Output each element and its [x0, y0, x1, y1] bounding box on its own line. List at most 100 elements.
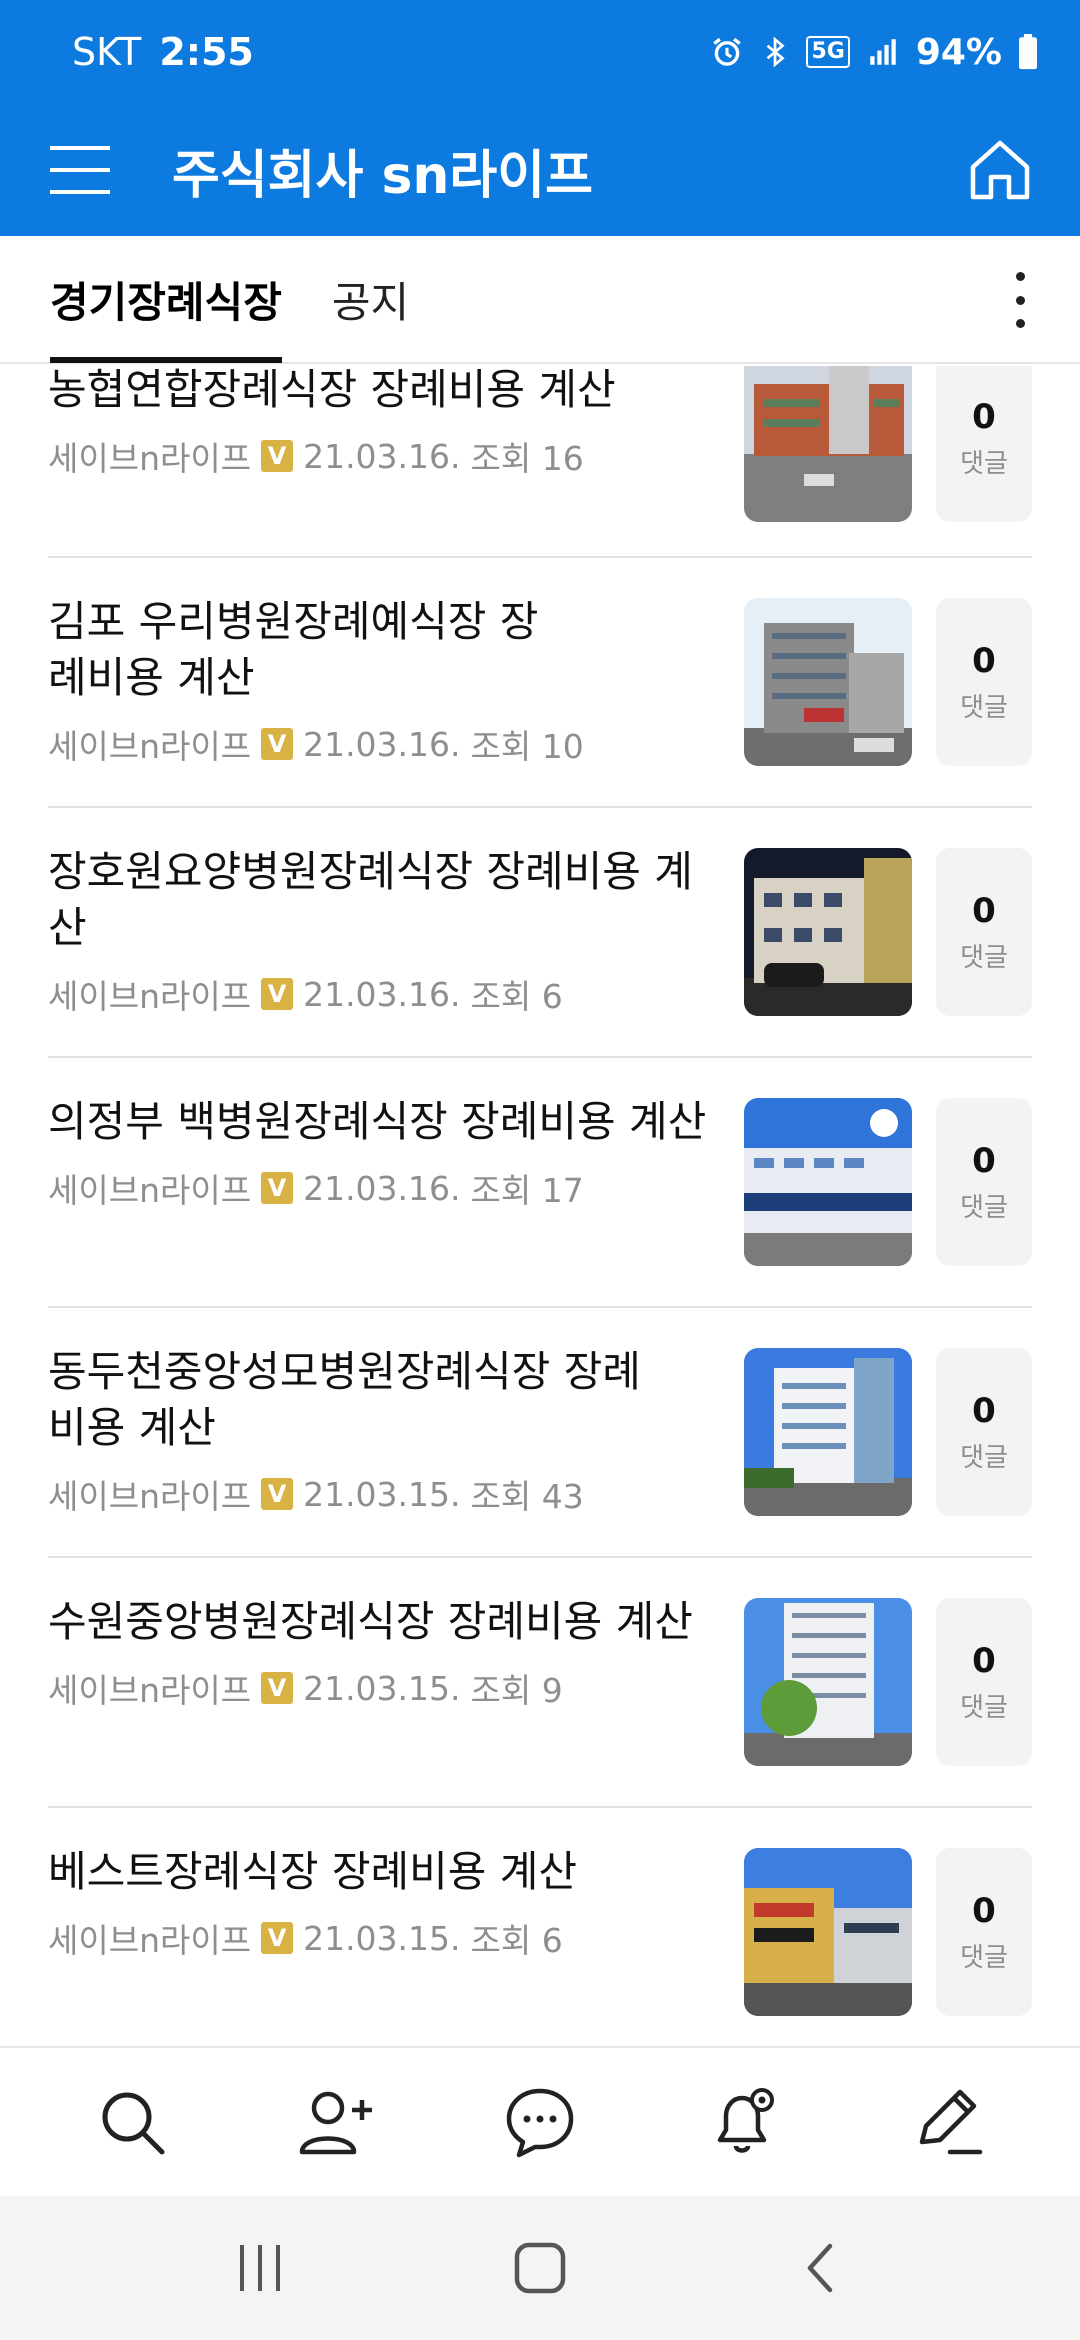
- post-title: 동두천중앙성모병원장례식장 장례비용 계산: [48, 1347, 641, 1452]
- street-thumbnail: [744, 1848, 912, 2016]
- post-date: 21.03.16.: [303, 1168, 461, 1208]
- more-options-button[interactable]: [1000, 266, 1040, 334]
- comment-count: 0: [972, 396, 996, 437]
- post-item[interactable]: 장호원요양병원장례식장 장례비용 계산 세이브n라이프 V 21.03.16. …: [0, 808, 1080, 1058]
- menu-button[interactable]: [0, 104, 160, 236]
- chat-button[interactable]: [485, 2067, 595, 2177]
- post-meta: 세이브n라이프 V 21.03.15. 조회 6: [48, 1914, 718, 1962]
- search-button[interactable]: [77, 2067, 187, 2177]
- comment-count-box[interactable]: 0 댓글: [936, 1848, 1032, 2016]
- comment-count-box[interactable]: 0 댓글: [936, 366, 1032, 522]
- post-views: 조회 43: [470, 1477, 584, 1516]
- system-navigation-bar: [0, 2196, 1080, 2340]
- home-icon: [514, 2242, 566, 2294]
- more-dot: [1015, 272, 1025, 281]
- post-date: 21.03.15.: [303, 1668, 461, 1708]
- add-friend-icon: [299, 2091, 372, 2155]
- post-date: 21.03.16.: [303, 724, 461, 764]
- post-author: 세이브n라이프: [48, 1171, 252, 1210]
- post-text: 베스트장례식장 장례비용 계산 세이브n라이프 V 21.03.15. 조회 6: [48, 1844, 718, 1962]
- post-views: 조회 6: [470, 977, 563, 1016]
- search-icon: [102, 2092, 165, 2155]
- comment-count: 0: [972, 1890, 996, 1931]
- post-text: 농협연합장례식장 장례비용 계산 세이브n라이프 V 21.03.16. 조회 …: [48, 366, 718, 480]
- write-icon: [919, 2089, 983, 2155]
- post-thumbnail[interactable]: [744, 598, 912, 766]
- more-dot: [1015, 319, 1025, 328]
- notification-settings-button[interactable]: [689, 2067, 799, 2177]
- hamburger-icon: [50, 146, 110, 194]
- post-thumbnail[interactable]: [744, 1848, 912, 2016]
- post-thumbnail[interactable]: [744, 366, 912, 522]
- post-item[interactable]: 베스트장례식장 장례비용 계산 세이브n라이프 V 21.03.15. 조회 6…: [0, 1808, 1080, 2046]
- battery-percent: 94%: [915, 31, 1002, 73]
- network-5g-icon: 5G: [806, 36, 850, 68]
- post-meta: 세이브n라이프 V 21.03.16. 조회 17: [48, 1164, 718, 1212]
- comment-label: 댓글: [960, 942, 1008, 973]
- home-icon: [970, 140, 1030, 200]
- post-item[interactable]: 수원중앙병원장례식장 장례비용 계산 세이브n라이프 V 21.03.15. 조…: [0, 1558, 1080, 1808]
- building-thumbnail: [744, 1598, 912, 1766]
- post-author: 세이브n라이프: [48, 977, 252, 1016]
- verified-badge-icon: V: [261, 1478, 294, 1510]
- battery-icon: [1019, 34, 1037, 70]
- post-thumbnail[interactable]: [744, 1598, 912, 1766]
- post-title: 수원중앙병원장례식장 장례비용 계산: [48, 1597, 693, 1646]
- add-friend-button[interactable]: [281, 2067, 391, 2177]
- verified-badge-icon: V: [261, 1672, 294, 1704]
- home-button[interactable]: [920, 104, 1080, 236]
- post-title: 베스트장례식장 장례비용 계산: [48, 1847, 578, 1896]
- tab-notice[interactable]: 공지: [332, 235, 409, 363]
- post-list: 농협연합장례식장 장례비용 계산 세이브n라이프 V 21.03.16. 조회 …: [0, 366, 1080, 2046]
- clock: 2:55: [159, 30, 254, 74]
- more-dot: [1015, 295, 1025, 305]
- post-title: 의정부 백병원장례식장 장례비용 계산: [48, 1097, 707, 1146]
- post-author: 세이브n라이프: [48, 1477, 252, 1516]
- back-button[interactable]: [760, 2208, 880, 2328]
- post-views: 조회 9: [470, 1671, 563, 1710]
- post-item[interactable]: 동두천중앙성모병원장례식장 장례비용 계산 세이브n라이프 V 21.03.15…: [0, 1308, 1080, 1558]
- post-thumbnail[interactable]: [744, 848, 912, 1016]
- post-text: 수원중앙병원장례식장 장례비용 계산 세이브n라이프 V 21.03.15. 조…: [48, 1594, 718, 1712]
- notification-settings-icon: [717, 2088, 774, 2153]
- building-thumbnail: [744, 366, 912, 522]
- bottom-toolbar: [0, 2046, 1080, 2196]
- post-author: 세이브n라이프: [48, 1671, 252, 1710]
- comment-count-box[interactable]: 0 댓글: [936, 848, 1032, 1016]
- comment-count-box[interactable]: 0 댓글: [936, 1598, 1032, 1766]
- app-bar: 주식회사 sn라이프: [0, 104, 1080, 236]
- system-home-button[interactable]: [480, 2208, 600, 2328]
- comment-label: 댓글: [960, 1692, 1008, 1723]
- comment-label: 댓글: [960, 1192, 1008, 1223]
- recents-icon: [240, 2245, 280, 2291]
- comment-label: 댓글: [960, 1442, 1008, 1473]
- verified-badge-icon: V: [261, 440, 294, 472]
- post-date: 21.03.15.: [303, 1474, 461, 1514]
- recents-button[interactable]: [200, 2208, 320, 2328]
- tab-gyeonggi-funeral[interactable]: 경기장례식장: [50, 235, 282, 363]
- post-item[interactable]: 김포 우리병원장례예식장 장례비용 계산 세이브n라이프 V 21.03.16.…: [0, 558, 1080, 808]
- alarm-icon: [713, 37, 742, 66]
- post-meta: 세이브n라이프 V 21.03.16. 조회 6: [48, 970, 718, 1018]
- post-views: 조회 10: [470, 727, 584, 766]
- post-views: 조회 6: [470, 1921, 563, 1960]
- post-thumbnail[interactable]: [744, 1348, 912, 1516]
- verified-badge-icon: V: [261, 978, 294, 1010]
- post-item[interactable]: 의정부 백병원장례식장 장례비용 계산 세이브n라이프 V 21.03.16. …: [0, 1058, 1080, 1308]
- comment-count: 0: [972, 640, 996, 681]
- write-button[interactable]: [893, 2067, 1003, 2177]
- post-text: 동두천중앙성모병원장례식장 장례비용 계산 세이브n라이프 V 21.03.15…: [48, 1344, 718, 1518]
- signal-icon: [870, 39, 896, 65]
- building-thumbnail: [744, 848, 912, 1016]
- post-title: 장호원요양병원장례식장 장례비용 계산: [48, 847, 693, 952]
- post-text: 김포 우리병원장례예식장 장례비용 계산 세이브n라이프 V 21.03.16.…: [48, 594, 718, 768]
- post-author: 세이브n라이프: [48, 439, 252, 478]
- comment-count-box[interactable]: 0 댓글: [936, 1098, 1032, 1266]
- comment-count-box[interactable]: 0 댓글: [936, 598, 1032, 766]
- post-thumbnail[interactable]: [744, 1098, 912, 1266]
- post-views: 조회 16: [470, 439, 584, 478]
- comment-count-box[interactable]: 0 댓글: [936, 1348, 1032, 1516]
- post-list-viewport[interactable]: 농협연합장례식장 장례비용 계산 세이브n라이프 V 21.03.16. 조회 …: [0, 366, 1080, 2046]
- post-item[interactable]: 농협연합장례식장 장례비용 계산 세이브n라이프 V 21.03.16. 조회 …: [0, 366, 1080, 558]
- post-date: 21.03.16.: [303, 974, 461, 1014]
